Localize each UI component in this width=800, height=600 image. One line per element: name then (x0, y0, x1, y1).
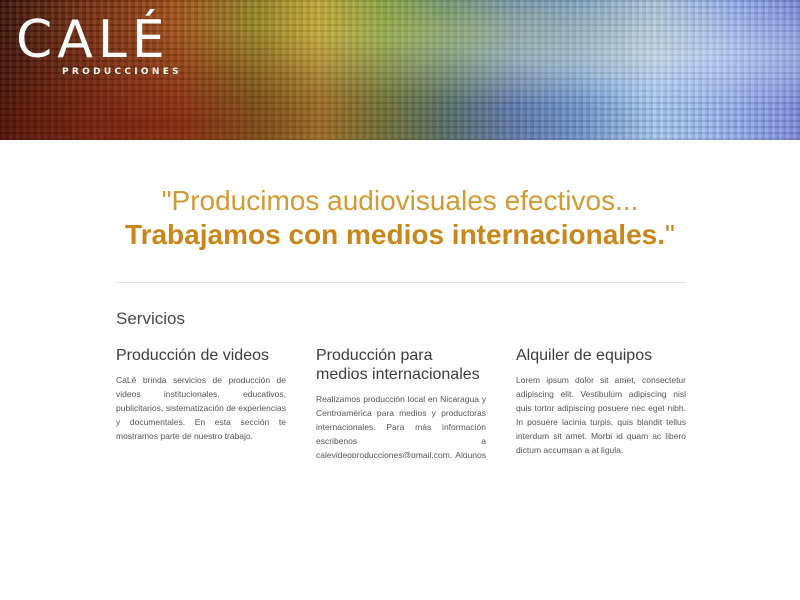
logo-wordmark: CALÉ (16, 10, 170, 70)
services-title: Servicios (116, 309, 185, 328)
quote-line-2: Trabajamos con medios internacionales." (0, 218, 800, 252)
header-banner: CALÉ PRODUCCIONES (0, 0, 800, 140)
section-divider (116, 282, 686, 283)
service-description: Realizamos producción local en Nicaragua… (316, 394, 486, 458)
service-heading[interactable]: Producción para medios internacionales (316, 346, 486, 384)
service-description: CaLé brinda servicios de producción de v… (116, 375, 286, 441)
logo-tagline: PRODUCCIONES (62, 67, 182, 77)
service-heading[interactable]: Alquiler de equipos (516, 346, 686, 365)
service-description-clip: Realizamos producción local en Nicaragua… (316, 392, 486, 458)
service-column-videos: Producción de videos CaLé brinda servici… (116, 346, 286, 443)
service-column-equipment: Alquiler de equipos Lorem ipsum dolor si… (516, 346, 686, 457)
quote-line-1: "Producimos audiovisuales efectivos... (161, 185, 639, 216)
quote-line-2-text: Trabajamos con medios internacionales. (125, 219, 665, 250)
quote-close-mark: " (665, 219, 675, 250)
service-description: Lorem ipsum dolor sit amet, consectetur … (516, 375, 686, 455)
brand-logo[interactable]: CALÉ PRODUCCIONES (16, 12, 182, 77)
hero-quote: "Producimos audiovisuales efectivos... T… (0, 184, 800, 252)
service-heading[interactable]: Producción de videos (116, 346, 286, 365)
service-column-international: Producción para medios internacionales R… (316, 346, 486, 458)
